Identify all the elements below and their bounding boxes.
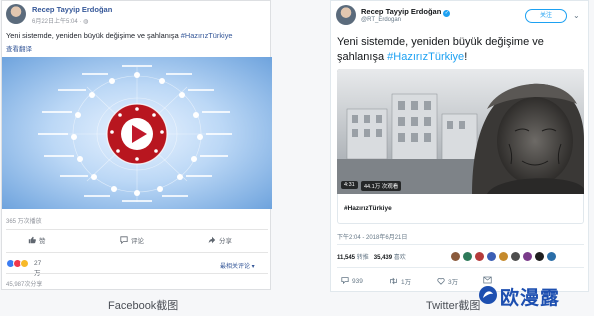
reply-button[interactable]: 939 [341, 276, 363, 285]
view-count: 365 万次播放 [6, 219, 42, 225]
globe-icon: ◍ [83, 19, 89, 25]
video-thumbnail [337, 69, 584, 194]
liker-avatar[interactable] [535, 252, 544, 261]
facebook-caption: Facebook截图 [108, 300, 179, 312]
post-text: Yeni sistemde, yeniden büyük değişime ve… [6, 31, 233, 40]
video-view-count: 44.1万 次观看 [361, 181, 402, 191]
avatar[interactable] [6, 4, 26, 24]
timestamp-text: 6月22日上午5:04 · [32, 19, 84, 25]
heart-icon [437, 277, 445, 285]
watermark-logo-icon [479, 286, 497, 304]
share-count[interactable]: 45,987次分享 [6, 279, 42, 288]
wow-reaction-icon [20, 259, 29, 268]
see-translation-link[interactable]: 查看翻译 [6, 43, 32, 53]
divider [337, 244, 584, 245]
comment-label: 评论 [131, 238, 144, 245]
thumbs-up-icon [28, 236, 36, 244]
like-button[interactable]: 3万 [437, 276, 458, 286]
media-card-footer[interactable]: #HazırızTürkiye [337, 194, 584, 224]
video-duration: 4:31 [341, 181, 358, 189]
divider [6, 229, 268, 230]
tweet-text: Yeni sistemde, yeniden büyük değişime ve… [337, 35, 585, 65]
like-count[interactable]: 35,439 [374, 255, 392, 261]
liker-avatar[interactable] [511, 252, 520, 261]
share-icon [208, 236, 216, 244]
envelope-icon [483, 276, 492, 284]
direct-message-button[interactable] [483, 276, 495, 285]
like-button[interactable]: 赞 [28, 235, 46, 245]
divider [6, 252, 268, 253]
retweet-count-label: 转推 [356, 255, 369, 261]
twitter-caption: Twitter截图 [426, 300, 481, 312]
comparison-screenshot: Recep Tayyip Erdoğan 6月22日上午5:04 · ◍ Yen… [0, 0, 594, 316]
author-name-text: Recep Tayyip Erdoğan [361, 7, 442, 16]
liker-avatar[interactable] [451, 252, 460, 261]
post-text-body: Yeni sistemde, yeniden büyük değişime ve… [6, 31, 181, 40]
retweet-count[interactable]: 11,545 [337, 255, 355, 261]
engagement-stats: 11,545 转推 35,439 喜欢 [337, 252, 406, 261]
video-thumbnail [38, 65, 232, 202]
author-name[interactable]: Recep Tayyip Erdoğan ✓ [361, 7, 451, 17]
tweet-timestamp[interactable]: 下午2:04 - 2018年6月21日 [337, 232, 407, 241]
tweet-text-suffix: ! [464, 51, 468, 63]
facebook-post: Recep Tayyip Erdoğan 6月22日上午5:04 · ◍ Yen… [1, 0, 272, 290]
comment-button[interactable]: 评论 [120, 235, 144, 245]
author-name[interactable]: Recep Tayyip Erdoğan [32, 5, 112, 14]
reply-icon [341, 277, 349, 285]
post-timestamp[interactable]: 6月22日上午5:04 · ◍ [32, 16, 88, 25]
liker-avatar[interactable] [487, 252, 496, 261]
like-action-count: 3万 [448, 279, 459, 286]
follow-button[interactable]: 关注 [525, 9, 567, 23]
divider [337, 267, 584, 268]
video-player[interactable] [2, 57, 272, 209]
hashtag-link[interactable]: #HazırızTürkiye [181, 31, 233, 40]
comment-sort-dropdown[interactable]: 最相关评论 ▾ [220, 261, 255, 270]
retweet-icon [390, 277, 397, 285]
liker-avatar[interactable] [523, 252, 532, 261]
avatar[interactable] [336, 5, 356, 25]
action-bar: 赞 评论 分享 [2, 235, 272, 249]
verified-icon: ✓ [443, 10, 451, 17]
like-count-label: 喜欢 [393, 255, 406, 261]
author-handle[interactable]: @RT_Erdogan [361, 17, 401, 23]
comment-icon [120, 236, 128, 245]
hashtag-link[interactable]: #HazırızTürkiye [387, 51, 464, 63]
liker-avatar[interactable] [463, 252, 472, 261]
like-label: 赞 [39, 238, 46, 245]
chevron-down-icon[interactable]: ⌄ [573, 11, 580, 20]
card-hashtag: #HazırızTürkiye [344, 205, 392, 212]
liker-avatar[interactable] [475, 252, 484, 261]
share-button[interactable]: 分享 [208, 235, 232, 245]
watermark-text: 欧漫露 [500, 288, 561, 309]
twitter-tweet: Recep Tayyip Erdoğan ✓ @RT_Erdogan 关注 ⌄ Y… [330, 0, 589, 292]
reaction-count: 27 万 [34, 260, 42, 277]
retweet-action-count: 1万 [401, 279, 412, 286]
video-player[interactable]: 4:31 44.1万 次观看 [337, 69, 584, 194]
reply-count: 939 [352, 278, 363, 285]
retweet-button[interactable]: 1万 [389, 276, 411, 286]
liker-avatar[interactable] [547, 252, 556, 261]
share-label: 分享 [219, 238, 232, 245]
divider [6, 273, 268, 274]
liker-avatar[interactable] [499, 252, 508, 261]
